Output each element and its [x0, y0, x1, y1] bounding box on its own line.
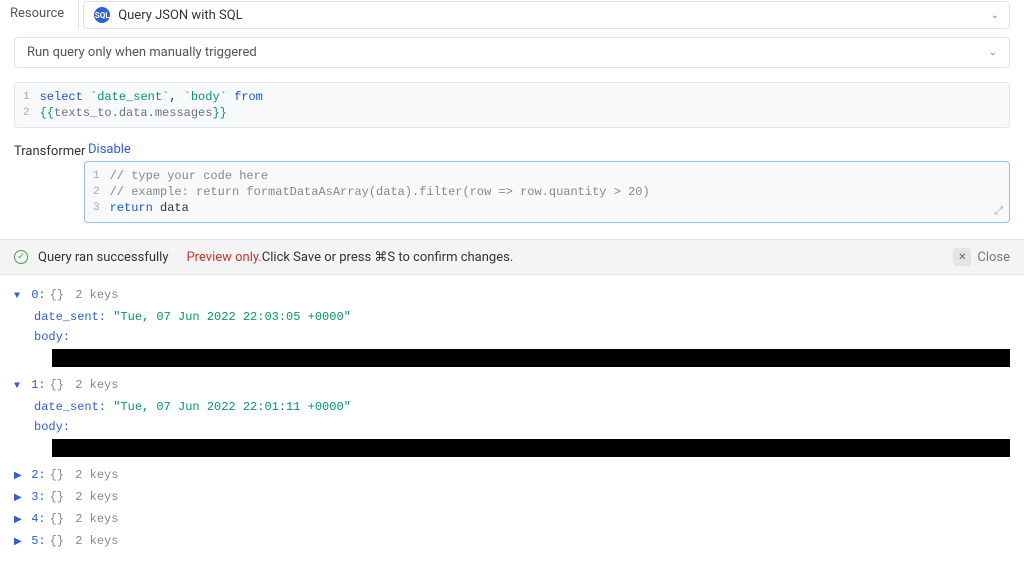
- close-button[interactable]: ✕ Close: [953, 248, 1010, 266]
- caret-icon[interactable]: ▶: [14, 467, 24, 487]
- query-body[interactable]: select `date_sent`, `body` from{{texts_t…: [38, 83, 1009, 127]
- resource-name: Query JSON with SQL: [118, 8, 242, 23]
- result-row[interactable]: ▼ 1:{} 2 keys: [14, 375, 1010, 397]
- status-bar: ✓ Query ran successfully Preview only. C…: [0, 239, 1024, 275]
- status-preview-text: Preview only.: [186, 250, 261, 265]
- result-row[interactable]: ▶ 4:{} 2 keys: [14, 509, 1010, 531]
- result-row[interactable]: ▶ 3:{} 2 keys: [14, 487, 1010, 509]
- result-prop: date_sent: "Tue, 07 Jun 2022 22:03:05 +0…: [14, 307, 1010, 327]
- transformer-editor[interactable]: 123 // type your code here// example: re…: [84, 161, 1010, 223]
- caret-icon[interactable]: ▶: [14, 489, 24, 509]
- query-editor[interactable]: 12 select `date_sent`, `body` from{{text…: [14, 82, 1010, 128]
- result-row[interactable]: ▼ 0:{} 2 keys: [14, 285, 1010, 307]
- result-prop: date_sent: "Tue, 07 Jun 2022 22:01:11 +0…: [14, 397, 1010, 417]
- trigger-label: Run query only when manually triggered: [27, 45, 257, 60]
- resource-select[interactable]: SQL Query JSON with SQL ⌄: [83, 1, 1010, 29]
- redacted-body: [52, 439, 1010, 457]
- trigger-select[interactable]: Run query only when manually triggered ⌄: [14, 37, 1010, 68]
- transformer-body[interactable]: // type your code here// example: return…: [108, 162, 1009, 222]
- caret-icon[interactable]: ▶: [14, 511, 24, 531]
- caret-icon[interactable]: ▼: [14, 377, 24, 397]
- result-prop: body:: [14, 417, 1010, 437]
- status-success-text: Query ran successfully: [38, 250, 168, 265]
- chevron-down-icon: ⌄: [991, 10, 999, 21]
- result-row[interactable]: ▶ 2:{} 2 keys: [14, 465, 1010, 487]
- caret-icon[interactable]: ▶: [14, 533, 24, 553]
- sql-icon: SQL: [94, 7, 110, 23]
- expand-icon[interactable]: ⤢: [994, 204, 1003, 218]
- result-row[interactable]: ▶ 5:{} 2 keys: [14, 531, 1010, 553]
- resource-section-label: Resource: [0, 0, 79, 29]
- results-tree[interactable]: ▼ 0:{} 2 keysdate_sent: "Tue, 07 Jun 202…: [0, 275, 1024, 563]
- disable-link[interactable]: Disable: [88, 142, 131, 157]
- chevron-down-icon: ⌄: [989, 47, 997, 58]
- result-prop: body:: [14, 327, 1010, 347]
- check-icon: ✓: [14, 250, 28, 264]
- caret-icon[interactable]: ▼: [14, 287, 24, 307]
- close-icon: ✕: [953, 248, 971, 266]
- query-gutter: 12: [15, 83, 38, 127]
- transformer-gutter: 123: [85, 162, 108, 222]
- status-confirm-text: Click Save or press ⌘S to confirm change…: [262, 250, 513, 265]
- close-label: Close: [977, 250, 1010, 265]
- redacted-body: [52, 349, 1010, 367]
- transformer-label: Transformer: [14, 144, 85, 159]
